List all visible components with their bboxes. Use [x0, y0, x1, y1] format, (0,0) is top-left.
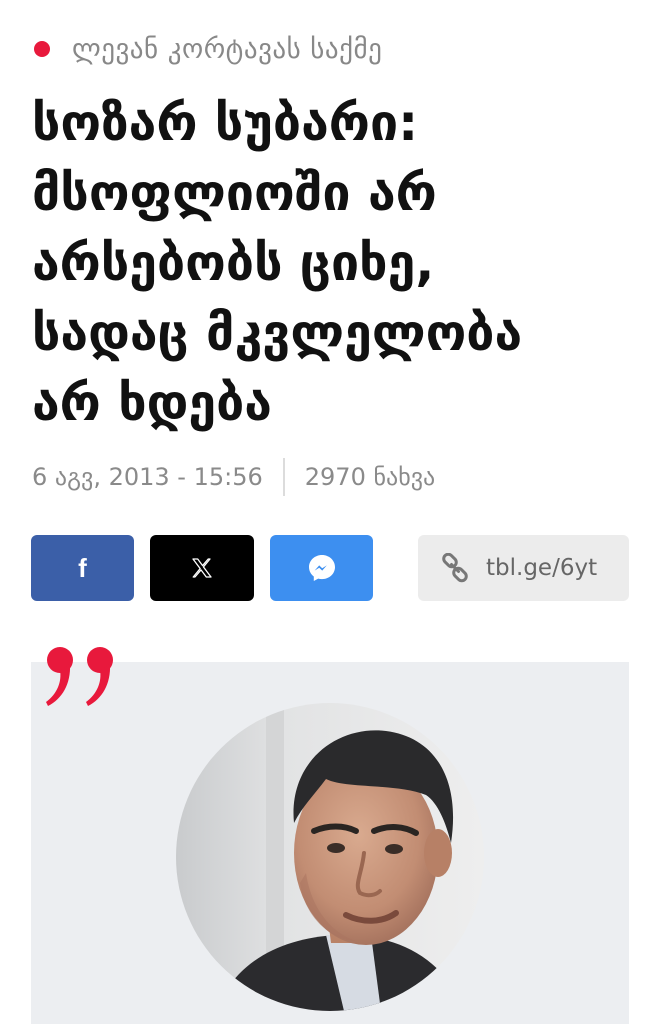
quote-icon: [46, 647, 113, 706]
title-line: სადაც მკვლელობა: [32, 304, 523, 362]
share-x-button[interactable]: [150, 535, 254, 601]
share-messenger-button[interactable]: [270, 535, 373, 601]
category-label: ლევან კორტავას საქმე: [72, 33, 383, 65]
title-line: არსებობს ციხე,: [32, 234, 435, 292]
article-meta: 6 აგვ, 2013 - 15:56 2970 ნახვა: [32, 455, 435, 499]
x-icon: [192, 558, 212, 578]
title-line: მსოფლიოში არ: [32, 164, 437, 222]
article-title: სოზარ სუბარი: მსოფლიოში არ არსებობს ციხე…: [32, 88, 632, 438]
meta-divider: [282, 458, 285, 496]
link-icon: [442, 553, 468, 583]
category-dot-icon: [34, 41, 50, 57]
short-link-text: tbl.ge/6yt: [486, 555, 598, 581]
publish-date: 6 აგვ, 2013 - 15:56: [32, 463, 263, 491]
title-line: სოზარ სუბარი:: [32, 94, 419, 152]
messenger-icon: [308, 555, 335, 581]
copy-link-button[interactable]: tbl.ge/6yt: [418, 535, 629, 601]
view-count: 2970 ნახვა: [304, 463, 436, 491]
share-facebook-button[interactable]: f: [31, 535, 134, 601]
category-link[interactable]: ლევან კორტავას საქმე: [34, 30, 382, 68]
author-avatar: [176, 703, 484, 1011]
title-line: არ ხდება: [32, 374, 272, 432]
facebook-icon: f: [78, 552, 87, 583]
person-photo: [176, 703, 484, 1011]
